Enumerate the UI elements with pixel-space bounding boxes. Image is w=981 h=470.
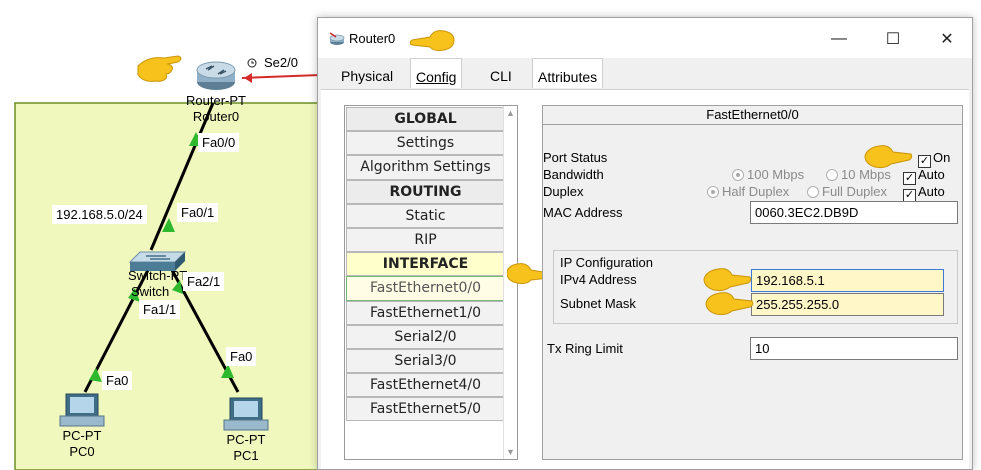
pointing-hand-icon [137, 55, 182, 82]
nav-header-global: GLOBAL [346, 107, 505, 132]
port-label-fa00: Fa0/0 [198, 133, 240, 152]
switch-name-label: Switch [131, 284, 170, 299]
bw-auto-label: Auto [918, 167, 945, 182]
radio-icon [732, 169, 744, 181]
port-label-fa21: Fa2/1 [183, 272, 225, 291]
bandwidth-auto-checkbox[interactable]: ✓ Auto [903, 167, 945, 185]
switch-type-label: Switch-PT [128, 268, 188, 283]
nav-item-serial2-0[interactable]: Serial2/0 [346, 324, 505, 349]
port-label-fa01: Fa0/1 [177, 203, 219, 222]
nav-item-settings[interactable]: Settings [346, 131, 505, 156]
nav-item-algorithm-settings[interactable]: Algorithm Settings [346, 155, 505, 180]
pc1-type-label: PC-PT [226, 432, 266, 447]
network-label: 192.168.5.0/24 [52, 205, 147, 224]
nav-item-fastethernet0-0[interactable]: FastEthernet0/0 [346, 276, 505, 301]
subnet-mask-label: Subnet Mask [560, 296, 636, 311]
radio-icon [707, 186, 719, 198]
port-label-pc1-fa0: Fa0 [226, 347, 257, 366]
duplex-label: Duplex [543, 184, 584, 199]
radio-icon [807, 186, 819, 198]
pc0-type-label: PC-PT [62, 428, 102, 443]
minimize-button[interactable]: — [816, 24, 862, 54]
pointing-hand-icon [410, 30, 455, 52]
interface-panel: FastEthernet0/0 Port Status ✓ On Bandwidt… [542, 105, 963, 460]
nav-item-fastethernet5-0[interactable]: FastEthernet5/0 [346, 397, 505, 422]
ip-configuration-group: IP Configuration IPv4 Address 192.168.5.… [553, 250, 958, 324]
port-status-label: Port Status [543, 150, 608, 165]
window-title: Router0 [349, 31, 396, 46]
link-serial [241, 74, 321, 79]
mac-address-field[interactable]: 0060.3EC2.DB9D [750, 201, 958, 224]
dup-full-label: Full Duplex [822, 184, 888, 199]
router-icon[interactable] [196, 61, 236, 90]
network-area [14, 102, 326, 470]
pc0-icon[interactable] [59, 393, 105, 427]
tab-cli[interactable]: CLI [485, 58, 517, 88]
port-status-checkbox[interactable]: ✓ On [918, 150, 950, 168]
router-config-window: Router0 — ☐ ✕ Physical Config CLI Attrib… [317, 17, 973, 470]
nav-item-rip[interactable]: RIP [346, 227, 505, 253]
router-type-label: Router-PT [186, 93, 246, 108]
tx-ring-limit-label: Tx Ring Limit [547, 341, 623, 356]
tab-bar: Physical Config CLI Attributes [318, 58, 972, 88]
nav-header-routing: ROUTING [346, 179, 505, 204]
pc0-name-label: PC0 [69, 444, 95, 459]
nav-item-fastethernet1-0[interactable]: FastEthernet1/0 [346, 300, 505, 325]
dup-half-label: Half Duplex [722, 184, 790, 199]
bandwidth-100-radio[interactable]: 100 Mbps [732, 167, 804, 182]
scroll-up-icon[interactable]: ▲ [506, 108, 515, 118]
pc1-name-label: PC1 [233, 448, 259, 463]
tx-ring-limit-input[interactable]: 10 [750, 337, 958, 360]
tab-config[interactable]: Config [410, 58, 463, 88]
radio-icon [826, 169, 838, 181]
config-nav-list: GLOBAL Settings Algorithm Settings ROUTI… [344, 105, 518, 460]
panel-title: FastEthernet0/0 [543, 106, 962, 125]
pointing-hand-icon [705, 292, 754, 316]
scroll-down-icon[interactable]: ▼ [506, 447, 515, 457]
mac-address-label: MAC Address [543, 205, 623, 220]
ipv4-address-label: IPv4 Address [560, 272, 637, 287]
port-label-fa11: Fa1/1 [139, 300, 181, 319]
bw-100-label: 100 Mbps [747, 167, 805, 182]
serial-link-arrow [244, 73, 252, 83]
bandwidth-label: Bandwidth [543, 167, 604, 182]
duplex-auto-checkbox[interactable]: ✓ Auto [903, 184, 945, 202]
title-bar[interactable]: Router0 — ☐ ✕ [318, 18, 972, 58]
ip-config-label: IP Configuration [560, 255, 653, 270]
nav-header-interface: INTERFACE [346, 252, 505, 277]
close-button[interactable]: ✕ [924, 24, 970, 54]
nav-item-fastethernet4-0[interactable]: FastEthernet4/0 [346, 373, 505, 398]
subnet-mask-input[interactable]: 255.255.255.0 [751, 293, 944, 316]
ipv4-address-input[interactable]: 192.168.5.1 [751, 269, 944, 292]
duplex-half-radio[interactable]: Half Duplex [707, 184, 789, 199]
tab-physical[interactable]: Physical [336, 58, 398, 88]
port-label-se20: Se2/0 [264, 55, 298, 70]
port-status-on-label: On [933, 150, 951, 165]
tab-config-label: Config [416, 69, 457, 85]
maximize-button[interactable]: ☐ [870, 24, 916, 54]
router-name-label: Router0 [192, 109, 240, 124]
router-app-icon [329, 32, 345, 45]
bandwidth-10-radio[interactable]: 10 Mbps [826, 167, 891, 182]
pc1-icon[interactable] [223, 397, 269, 431]
nav-item-static[interactable]: Static [346, 203, 505, 228]
config-content: GLOBAL Settings Algorithm Settings ROUTI… [321, 89, 969, 469]
nav-item-serial3-0[interactable]: Serial3/0 [346, 348, 505, 374]
dup-auto-label: Auto [918, 184, 945, 199]
bw-10-label: 10 Mbps [841, 167, 891, 182]
tab-attributes[interactable]: Attributes [532, 58, 604, 88]
port-label-pc0-fa0: Fa0 [102, 371, 133, 390]
duplex-full-radio[interactable]: Full Duplex [807, 184, 887, 199]
